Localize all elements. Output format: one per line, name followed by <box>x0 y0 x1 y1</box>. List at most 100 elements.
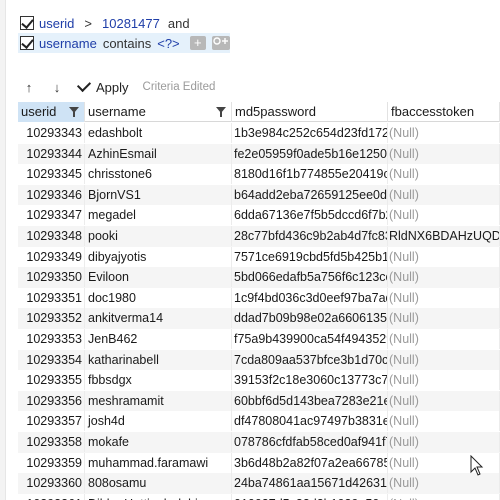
criteria-row-2-checkbox[interactable] <box>20 36 34 50</box>
cell-userid[interactable]: 10293357 <box>18 411 85 432</box>
cell-username[interactable]: katharinabell <box>85 349 232 370</box>
criteria-field[interactable]: username <box>39 36 97 51</box>
cell-fbaccesstoken[interactable]: (Null) <box>388 287 500 308</box>
cell-userid[interactable]: 10293360 <box>18 473 85 494</box>
cell-userid[interactable]: 10293354 <box>18 349 85 370</box>
cell-md5password[interactable]: df47808041ac97497b3831el <box>232 411 388 432</box>
cell-fbaccesstoken[interactable]: (Null) <box>388 184 500 205</box>
cell-md5password[interactable]: 078786cfdfab58ced0af941f7 <box>232 432 388 452</box>
cell-fbaccesstoken[interactable]: (Null) <box>388 329 500 349</box>
table-row[interactable]: 10293358 mokafe 078786cfdfab58ced0af941f7(… <box>18 432 500 453</box>
table-row[interactable]: 10293359 muhammad.faramawi 3b6d48b2a82f07a… <box>18 452 500 474</box>
table-row[interactable]: 10293346 BjornVS1 b64add2eba72659125ee0d8(… <box>18 184 500 206</box>
cell-userid[interactable]: 10293359 <box>18 452 85 473</box>
cell-md5password[interactable]: 60bbf6d5d143bea7283e21e <box>232 390 388 411</box>
cell-userid[interactable]: 10293351 <box>18 287 85 308</box>
table-row[interactable]: 10293345 chrisstone6 8180d16f1b774855e2041… <box>18 164 500 185</box>
cell-md5password[interactable]: 1b3e984c252c654d23fd172( <box>232 123 388 143</box>
cell-userid[interactable]: 10293347 <box>18 205 85 226</box>
table-row[interactable]: 10293356 meshramamit 60bbf6d5d143bea7283e2… <box>18 390 500 412</box>
cell-username[interactable]: fbbsdgx <box>85 370 232 391</box>
cell-fbaccesstoken[interactable]: (Null) <box>388 370 500 391</box>
cell-username[interactable]: edashbolt <box>85 123 232 143</box>
cell-userid[interactable]: 10293352 <box>18 308 85 329</box>
cell-fbaccesstoken[interactable]: (Null) <box>388 205 500 226</box>
cell-md5password[interactable]: 010027d5c33d2b1939a50 <box>232 493 388 500</box>
table-row[interactable]: 10293347 megadel 6dda67136e7f5b5dccd6f7b2(… <box>18 205 500 226</box>
cell-md5password[interactable]: b64add2eba72659125ee0d8 <box>232 184 388 205</box>
cell-fbaccesstoken[interactable]: (Null) <box>388 432 500 452</box>
cell-username[interactable]: dibyajyotis <box>85 246 232 267</box>
column-header-md5password[interactable]: md5password <box>232 102 388 122</box>
criteria-value[interactable]: 10281477 <box>102 16 160 31</box>
cell-md5password[interactable]: 6dda67136e7f5b5dccd6f7b2 <box>232 205 388 226</box>
cell-username[interactable]: megadel <box>85 205 232 226</box>
cell-fbaccesstoken[interactable]: (Null) <box>388 164 500 185</box>
cell-username[interactable]: AzhinEsmail <box>85 143 232 164</box>
table-row[interactable]: 10293350 Eviloon 5bd066edafb5a756f6c123ce(… <box>18 267 500 288</box>
cell-md5password[interactable]: 1c9f4bd036c3d0eef97ba7ad <box>232 287 388 308</box>
cell-fbaccesstoken[interactable]: (Null) <box>388 246 500 267</box>
column-header-fbaccesstoken[interactable]: fbaccesstoken <box>388 102 500 122</box>
cell-md5password[interactable]: 39153f2c18e3060c13773c7a <box>232 370 388 391</box>
table-row[interactable]: 10293354 katharinabell 7cda809aa537bfce3b1… <box>18 349 500 371</box>
table-row[interactable]: 10293353 JenB462 f75a9b439900ca54f4943529(… <box>18 329 500 350</box>
criteria-operator[interactable]: > <box>84 16 92 31</box>
cell-username[interactable]: chrisstone6 <box>85 164 232 185</box>
cell-userid[interactable]: 10293355 <box>18 370 85 391</box>
filter-icon[interactable] <box>216 107 226 117</box>
add-group-button[interactable] <box>211 36 230 50</box>
move-down-arrow-icon[interactable]: ↓ <box>46 76 68 98</box>
cell-username[interactable]: josh4d <box>85 411 232 432</box>
criteria-value[interactable]: <?> <box>157 36 179 51</box>
cell-username[interactable]: pooki <box>85 226 232 246</box>
cell-md5password[interactable]: 8180d16f1b774855e20419cl <box>232 164 388 185</box>
table-row[interactable]: 10293361Dibbo.Hattingh.dubi010027d5c33d2… <box>18 493 500 500</box>
cell-md5password[interactable]: f75a9b439900ca54f4943529 <box>232 329 388 349</box>
cell-fbaccesstoken[interactable]: (Null) <box>388 143 500 164</box>
filter-icon[interactable] <box>69 107 79 117</box>
cell-md5password[interactable]: 7571ce6919cbd5fd5b425b1! <box>232 246 388 267</box>
move-up-arrow-icon[interactable]: ↑ <box>18 76 40 98</box>
cell-userid[interactable]: 10293350 <box>18 267 85 288</box>
cell-userid[interactable]: 10293358 <box>18 432 85 452</box>
cell-md5password[interactable]: 28c77bfd436c9b2ab4d7fc83a <box>232 226 388 246</box>
criteria-operator[interactable]: contains <box>103 36 151 51</box>
cell-md5password[interactable]: 7cda809aa537bfce3b1d70c3 <box>232 349 388 370</box>
cell-username[interactable]: Dibbo.Hattingh.dubi <box>85 493 232 500</box>
criteria-row-1-checkbox[interactable] <box>20 16 34 30</box>
apply-button[interactable]: Apply <box>76 77 129 95</box>
table-row[interactable]: 10293349 dibyajyotis 7571ce6919cbd5fd5b425… <box>18 246 500 268</box>
cell-username[interactable]: Eviloon <box>85 267 232 288</box>
cell-userid[interactable]: 10293356 <box>18 390 85 411</box>
cell-username[interactable]: BjornVS1 <box>85 184 232 205</box>
cell-userid[interactable]: 10293361 <box>18 493 85 500</box>
table-row[interactable]: 10293343 edashbolt 1b3e984c252c654d23fd172… <box>18 123 500 144</box>
cell-fbaccesstoken[interactable]: (Null) <box>388 123 500 143</box>
cell-username[interactable]: doc1980 <box>85 287 232 308</box>
table-row[interactable]: 10293357 josh4d df47808041ac97497b3831el (N… <box>18 411 500 432</box>
table-row[interactable]: 10293360 808osamu 24ba74861aa15671d42631c(… <box>18 473 500 494</box>
cell-md5password[interactable]: fe2e05959f0ade5b16e12505 <box>232 143 388 164</box>
cell-userid[interactable]: 10293348 <box>18 226 85 246</box>
cell-fbaccesstoken[interactable]: RldNX6BDAHzUQD <box>388 226 500 246</box>
cell-username[interactable]: muhammad.faramawi <box>85 452 232 473</box>
cell-md5password[interactable]: 3b6d48b2a82f07a2ea66785( <box>232 452 388 473</box>
cell-userid[interactable]: 10293349 <box>18 246 85 267</box>
cell-userid[interactable]: 10293353 <box>18 329 85 349</box>
cell-userid[interactable]: 10293344 <box>18 143 85 164</box>
cell-fbaccesstoken[interactable]: (Null) <box>388 308 500 329</box>
criteria-row-1[interactable]: userid > 10281477 and <box>20 13 190 33</box>
cell-md5password[interactable]: 24ba74861aa15671d42631c <box>232 473 388 494</box>
cell-username[interactable]: 808osamu <box>85 473 232 494</box>
add-criteria-button[interactable]: + <box>189 36 206 50</box>
cell-username[interactable]: mokafe <box>85 432 232 452</box>
criteria-conjunction[interactable]: and <box>168 16 190 31</box>
column-header-username[interactable]: username <box>85 102 232 122</box>
cell-md5password[interactable]: 5bd066edafb5a756f6c123ce <box>232 267 388 288</box>
cell-fbaccesstoken[interactable]: (Null) <box>388 493 500 500</box>
table-row[interactable]: 10293352 ankitverma14 ddad7b09b98e02a66061… <box>18 308 500 329</box>
cell-username[interactable]: JenB462 <box>85 329 232 349</box>
cell-userid[interactable]: 10293346 <box>18 184 85 205</box>
cell-userid[interactable]: 10293343 <box>18 123 85 143</box>
